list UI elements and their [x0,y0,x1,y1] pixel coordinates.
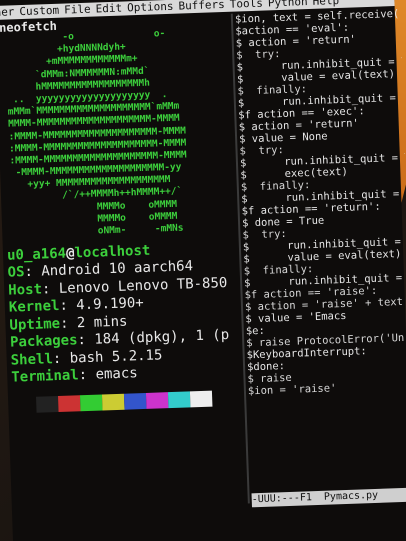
menu-item-file[interactable]: File [64,3,91,17]
menu-item-ner[interactable]: ner [0,5,15,19]
info-separator: : [41,280,60,298]
username: u0_a164 [6,245,67,264]
color-swatch [101,393,125,411]
menu-item-buffers[interactable]: Buffers [178,0,225,13]
info-key: OS [7,264,25,281]
info-key: Kernel [8,298,60,316]
code-pane[interactable]: $ion, text = self.receive() $action == 'e… [235,8,406,513]
menu-item-help[interactable]: Help [312,0,339,8]
info-key: Terminal [11,367,80,386]
color-palette [36,389,244,413]
color-swatch [123,392,147,410]
color-swatch [79,394,103,411]
info-value: bash 5.2.15 [69,347,163,367]
hostname: localhost [74,242,151,262]
info-value: 4.9.190+ [76,295,144,314]
info-key: Uptime [9,315,61,334]
terminal-pane[interactable]: neofetch -o o- +hydNNNNdyh+ +mMMMMMMMMMM… [0,14,249,541]
color-swatch [36,395,59,413]
color-swatch [145,391,169,409]
menu-item-custom[interactable]: Custom [19,4,59,18]
info-separator: : [59,297,77,315]
system-info: OS: Android 10 aarch64 Host: Lenovo Lenov… [7,257,243,388]
info-value: emacs [95,365,138,383]
info-key: Packages [9,332,78,351]
info-separator: : [59,314,78,332]
color-swatch [167,391,191,408]
menu-item-tools[interactable]: Tools [230,0,264,11]
menu-item-python[interactable]: Python [268,0,308,9]
info-value: 184 (dpkg), 1 (p [94,327,230,348]
menu-item-options[interactable]: Options [127,0,174,14]
info-separator: : [77,331,95,349]
info-key: Host [8,281,43,299]
tablet-screen: ner Custom File Edit Options Buffers Tools Pyth… [0,0,406,541]
color-swatch [57,394,81,412]
info-separator: : [52,350,70,367]
android-ascii-logo: -o o- +hydNNNNdyh+ +mMMMMMMMMMMMMm+ `dMM… [0,26,238,241]
info-separator: : [78,366,96,384]
info-separator: : [24,263,42,281]
photo-scene: ner Custom File Edit Options Buffers Tools Pyth… [0,0,406,541]
color-swatch [189,390,213,408]
menu-item-edit[interactable]: Edit [95,2,122,16]
info-value: 2 mins [76,313,128,331]
info-key: Shell [10,350,54,369]
